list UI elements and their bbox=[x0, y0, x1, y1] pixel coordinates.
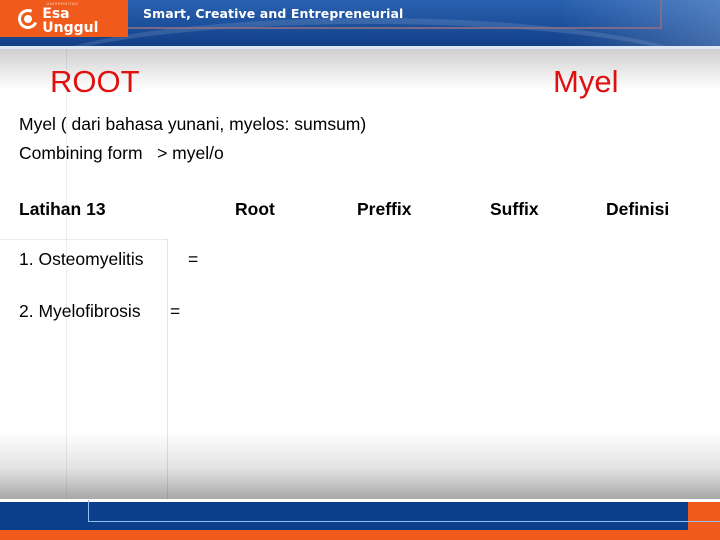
equals-sign: = bbox=[188, 249, 199, 269]
header-banner: UNIVERSITAS Esa Unggul Smart, Creative a… bbox=[0, 0, 720, 46]
column-header-root: Root bbox=[235, 199, 275, 219]
column-header-preffix: Preffix bbox=[357, 199, 412, 219]
combining-form-line: Combining form > myel/o bbox=[19, 143, 224, 163]
logo-text: Esa Unggul bbox=[42, 6, 99, 36]
column-header-suffix: Suffix bbox=[490, 199, 539, 219]
exercise-heading: Latihan 13 bbox=[19, 199, 106, 219]
logo-emblem-icon bbox=[15, 5, 41, 32]
slide-title: ROOT bbox=[50, 64, 140, 99]
slide-subject-title: Myel bbox=[553, 64, 619, 99]
footer-frame-line bbox=[88, 500, 720, 522]
exercise-item: 2. Myelofibrosis bbox=[19, 301, 141, 321]
definition-line: Myel ( dari bahasa yunani, myelos: sumsu… bbox=[19, 114, 367, 134]
footer-orange-band bbox=[0, 530, 720, 540]
column-header-definisi: Definisi bbox=[606, 199, 670, 219]
exercise-item: 1. Osteomyelitis bbox=[19, 249, 144, 269]
guide-line bbox=[0, 239, 168, 240]
guide-line bbox=[167, 239, 168, 499]
university-logo: UNIVERSITAS Esa Unggul bbox=[0, 0, 128, 37]
equals-sign: = bbox=[170, 301, 181, 321]
header-tagline: Smart, Creative and Entrepreneurial bbox=[143, 6, 404, 21]
